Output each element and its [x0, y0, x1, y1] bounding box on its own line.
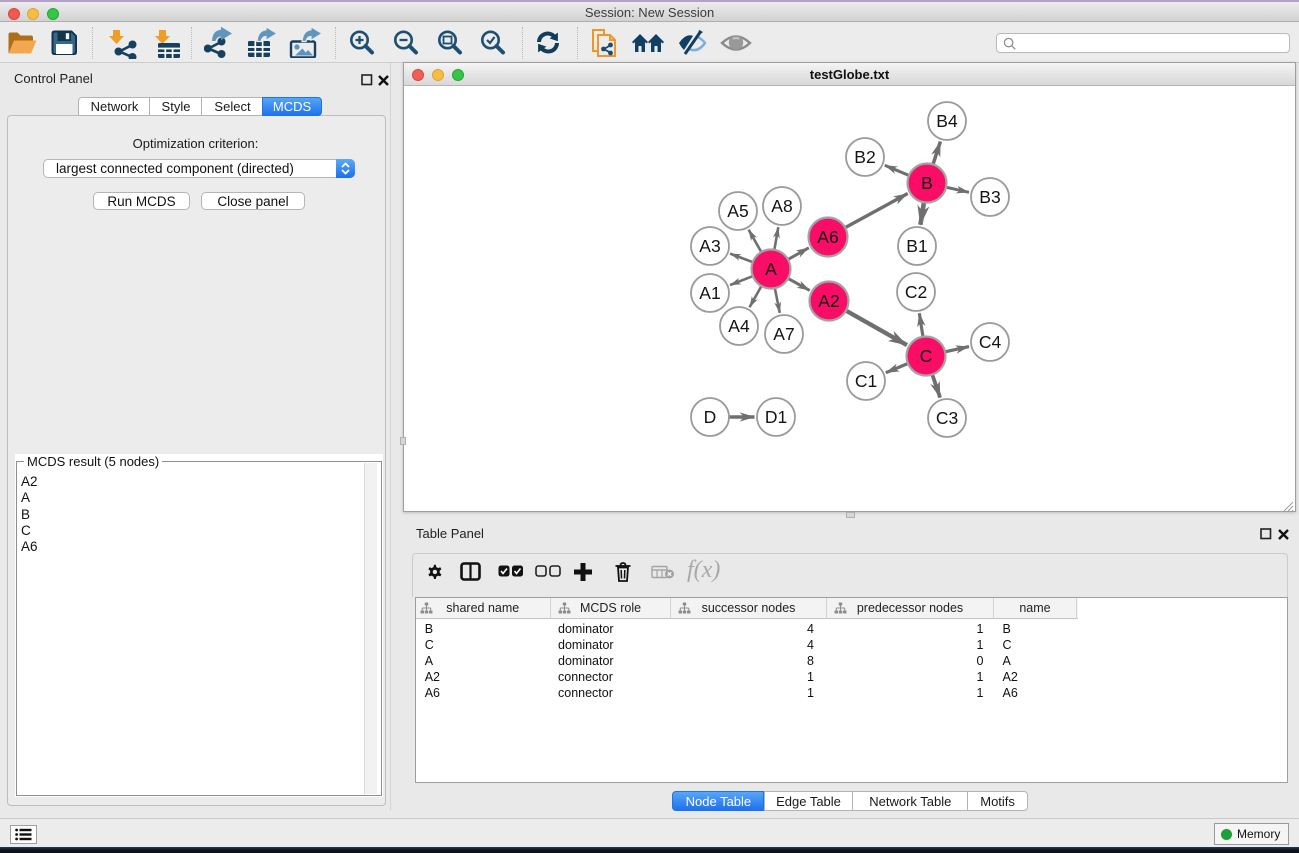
svg-text:C: C — [920, 346, 933, 366]
svg-text:B4: B4 — [936, 111, 958, 131]
svg-text:A1: A1 — [699, 283, 720, 303]
svg-text:A6: A6 — [817, 227, 838, 247]
svg-text:C2: C2 — [905, 282, 927, 302]
svg-text:C3: C3 — [936, 408, 958, 428]
svg-text:A7: A7 — [773, 324, 794, 344]
svg-text:B1: B1 — [906, 236, 927, 256]
svg-text:B: B — [921, 173, 933, 193]
svg-text:A3: A3 — [699, 236, 720, 256]
svg-text:B3: B3 — [979, 187, 1000, 207]
svg-text:A4: A4 — [728, 316, 750, 336]
svg-text:D: D — [704, 407, 717, 427]
svg-text:A2: A2 — [818, 291, 839, 311]
svg-text:B2: B2 — [854, 147, 875, 167]
svg-text:A5: A5 — [727, 201, 748, 221]
svg-text:C4: C4 — [979, 332, 1002, 352]
svg-text:C1: C1 — [855, 371, 877, 391]
svg-text:A8: A8 — [771, 196, 792, 216]
svg-text:D1: D1 — [765, 407, 787, 427]
svg-text:A: A — [765, 259, 777, 279]
